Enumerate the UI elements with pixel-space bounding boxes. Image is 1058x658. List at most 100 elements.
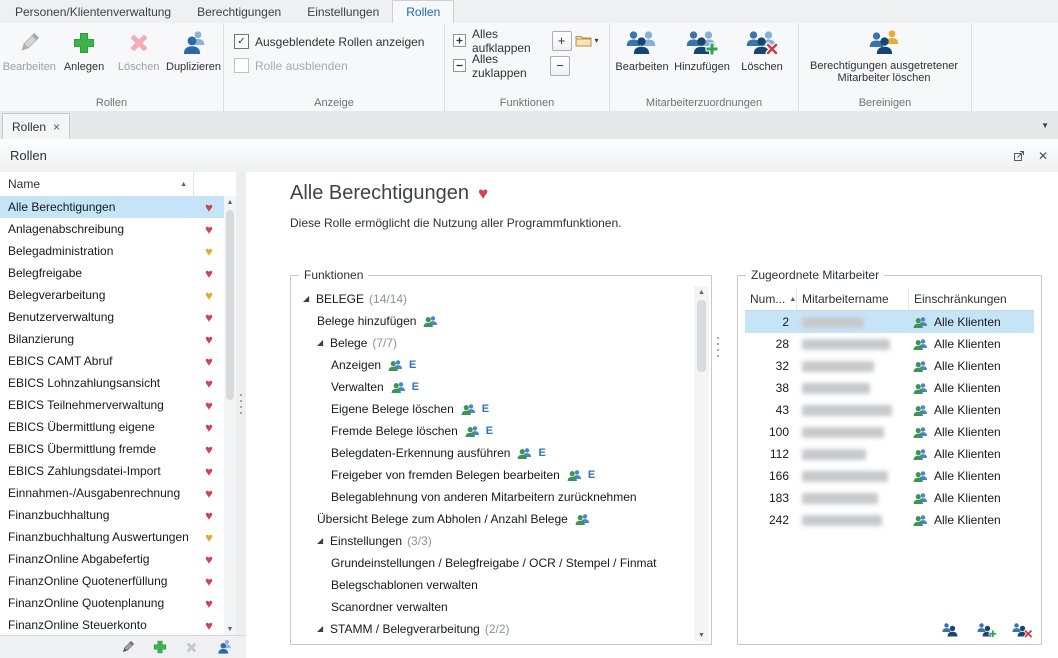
duplicate-role-button[interactable] [215, 639, 234, 655]
role-row[interactable]: Bilanzierung ♥ [0, 328, 224, 350]
zuordnung-bearbeiten-button[interactable]: Bearbeiten [612, 26, 672, 73]
scroll-down-icon[interactable]: ▼ [227, 623, 234, 635]
role-row[interactable]: EBICS Zahlungsdatei-Import ♥ [0, 460, 224, 482]
favorite-heart-icon[interactable]: ♥ [194, 267, 224, 280]
favorite-heart-icon[interactable]: ♥ [194, 465, 224, 478]
tree-node[interactable]: Übersicht Belege zum Abholen / Anzahl Be… [293, 508, 693, 530]
tree-node[interactable]: Belegablehnung von anderen Mitarbeitern … [293, 486, 693, 508]
favorite-heart-icon[interactable]: ♥ [194, 245, 224, 258]
expander-icon[interactable]: ◢ [317, 625, 330, 633]
tree-node[interactable]: ◢ STAMM / Belegverarbeitung (2/2) [293, 618, 693, 640]
name-column-header[interactable]: Mitarbeitername [797, 288, 909, 310]
favorite-heart-icon[interactable]: ♥ [194, 223, 224, 236]
role-row[interactable]: EBICS Übermittlung fremde ♥ [0, 438, 224, 460]
float-panel-icon[interactable] [1013, 150, 1025, 162]
tree-node[interactable]: Freigeber von fremden Belegen bearbeiten… [293, 464, 693, 486]
tree-node[interactable]: Belegschablonen verwalten [293, 574, 693, 596]
collapse-node-button[interactable]: − [550, 56, 570, 76]
favorite-heart-icon[interactable]: ♥ [194, 531, 224, 544]
tree-node[interactable]: Scanordner verwalten [293, 596, 693, 618]
rolle-ausblenden-checkbox[interactable]: Rolle ausblenden [234, 58, 444, 73]
tree-node[interactable]: ◢ BELEGE (14/14) [293, 288, 693, 310]
favorite-heart-icon[interactable]: ♥ [194, 399, 224, 412]
favorite-heart-icon[interactable]: ♥ [194, 377, 224, 390]
ribbon-tab-personen-klientenverwaltung[interactable]: Personen/Klientenverwaltung [2, 0, 184, 23]
favorite-heart-icon[interactable]: ♥ [194, 553, 224, 566]
role-row[interactable]: Belegfreigabe ♥ [0, 262, 224, 284]
folder-icon[interactable] [575, 34, 592, 47]
role-row[interactable]: EBICS Teilnehmerverwaltung ♥ [0, 394, 224, 416]
member-row[interactable]: 112 Alle Klienten [745, 443, 1034, 465]
member-row[interactable]: 183 Alle Klienten [745, 487, 1034, 509]
tab-close-icon[interactable]: × [53, 121, 60, 133]
name-column-header[interactable]: Name ▲ [0, 172, 194, 196]
favorite-heart-icon[interactable]: ♥ [194, 333, 224, 346]
ribbon-tab-rollen[interactable]: Rollen [392, 0, 454, 23]
close-panel-icon[interactable]: ✕ [1038, 150, 1048, 162]
dropdown-caret-icon[interactable]: ▾ [595, 36, 599, 45]
member-row[interactable]: 2 Alle Klienten [745, 311, 1034, 333]
role-row[interactable]: Benutzerverwaltung ♥ [0, 306, 224, 328]
favorite-heart-icon[interactable]: ♥ [194, 289, 224, 302]
member-row[interactable]: 166 Alle Klienten [745, 465, 1034, 487]
member-row[interactable]: 43 Alle Klienten [745, 399, 1034, 421]
expander-icon[interactable]: ◢ [303, 295, 316, 303]
alles-aufklappen-button[interactable]: Alles aufklappen [472, 27, 547, 55]
zuordnung-loeschen-button[interactable]: Löschen [732, 26, 792, 73]
ausgeblendete-rollen-anzeigen-checkbox[interactable]: ✓ Ausgeblendete Rollen anzeigen [234, 34, 444, 49]
zuordnung-hinzufuegen-button[interactable]: Hinzufügen [672, 26, 732, 73]
role-row[interactable]: Belegverarbeitung ♥ [0, 284, 224, 306]
favorite-heart-icon[interactable]: ♥ [194, 201, 224, 214]
favorite-heart-icon[interactable]: ♥ [194, 311, 224, 324]
member-edit-button[interactable] [939, 620, 965, 640]
expander-icon[interactable]: ◢ [317, 537, 330, 545]
rolle-anlegen-button[interactable]: Anlegen [57, 26, 112, 73]
ribbon-tab-einstellungen[interactable]: Einstellungen [294, 0, 392, 23]
ribbon-tab-berechtigungen[interactable]: Berechtigungen [184, 0, 294, 23]
member-row[interactable]: 32 Alle Klienten [745, 355, 1034, 377]
rolle-duplizieren-button[interactable]: Duplizieren [166, 26, 221, 73]
role-row[interactable]: FinanzOnline Abgabefertig ♥ [0, 548, 224, 570]
member-row[interactable]: 28 Alle Klienten [745, 333, 1034, 355]
roles-scrollbar[interactable]: ▲ ▼ [224, 196, 236, 635]
role-row[interactable]: Anlagenabschreibung ♥ [0, 218, 224, 240]
favorite-heart-icon[interactable]: ♥ [194, 355, 224, 368]
role-row[interactable]: EBICS CAMT Abruf ♥ [0, 350, 224, 372]
scroll-up-icon[interactable]: ▲ [698, 286, 705, 298]
tree-node[interactable]: Fremde Belege löschen E [293, 420, 693, 442]
role-row[interactable]: FinanzOnline Steuerkonto ♥ [0, 614, 224, 635]
vertical-splitter[interactable] [236, 172, 246, 635]
favorite-heart-icon[interactable]: ♥ [194, 421, 224, 434]
role-row[interactable]: Alle Berechtigungen ♥ [0, 196, 224, 218]
tree-node[interactable]: ◢ Einstellungen (3/3) [293, 530, 693, 552]
tree-node[interactable]: Belege hinzufügen [293, 310, 693, 332]
tree-node[interactable]: Belegdaten-Erkennung ausführen E [293, 442, 693, 464]
favorite-heart-icon[interactable]: ♥ [194, 443, 224, 456]
favorite-heart-icon[interactable]: ♥ [194, 487, 224, 500]
role-row[interactable]: EBICS Lohnzahlungsansicht ♥ [0, 372, 224, 394]
expander-icon[interactable]: ◢ [317, 339, 330, 347]
restriction-column-header[interactable]: Einschränkungen [909, 288, 1034, 310]
scrollbar-thumb[interactable] [697, 300, 706, 372]
role-row[interactable]: Einnahmen-/Ausgabenrechnung ♥ [0, 482, 224, 504]
favorite-heart-icon[interactable]: ♥ [194, 509, 224, 522]
member-delete-button[interactable] [1009, 620, 1035, 640]
member-add-button[interactable] [974, 620, 1000, 640]
role-row[interactable]: Finanzbuchhaltung Auswertungen ♥ [0, 526, 224, 548]
rolle-bearbeiten-button[interactable]: Bearbeiten [2, 26, 57, 73]
tree-node[interactable]: ◢ Belege (7/7) [293, 332, 693, 354]
rolle-loeschen-button[interactable]: Löschen [111, 26, 166, 73]
functions-tree-scrollbar[interactable]: ▲ ▼ [694, 286, 709, 641]
scroll-down-icon[interactable]: ▼ [698, 629, 705, 641]
delete-role-button[interactable] [184, 640, 199, 655]
groupbox-splitter[interactable] [717, 337, 719, 357]
favorite-heart-icon[interactable]: ♥ [194, 619, 224, 632]
tree-node[interactable]: Anzeigen E [293, 354, 693, 376]
role-row[interactable]: EBICS Übermittlung eigene ♥ [0, 416, 224, 438]
member-row[interactable]: 242 Alle Klienten [745, 509, 1034, 531]
member-row[interactable]: 38 Alle Klienten [745, 377, 1034, 399]
expand-node-button[interactable]: + [552, 31, 572, 51]
tree-node[interactable]: Verwalten E [293, 376, 693, 398]
role-row[interactable]: FinanzOnline Quotenerfüllung ♥ [0, 570, 224, 592]
scrollbar-thumb[interactable] [226, 210, 234, 400]
